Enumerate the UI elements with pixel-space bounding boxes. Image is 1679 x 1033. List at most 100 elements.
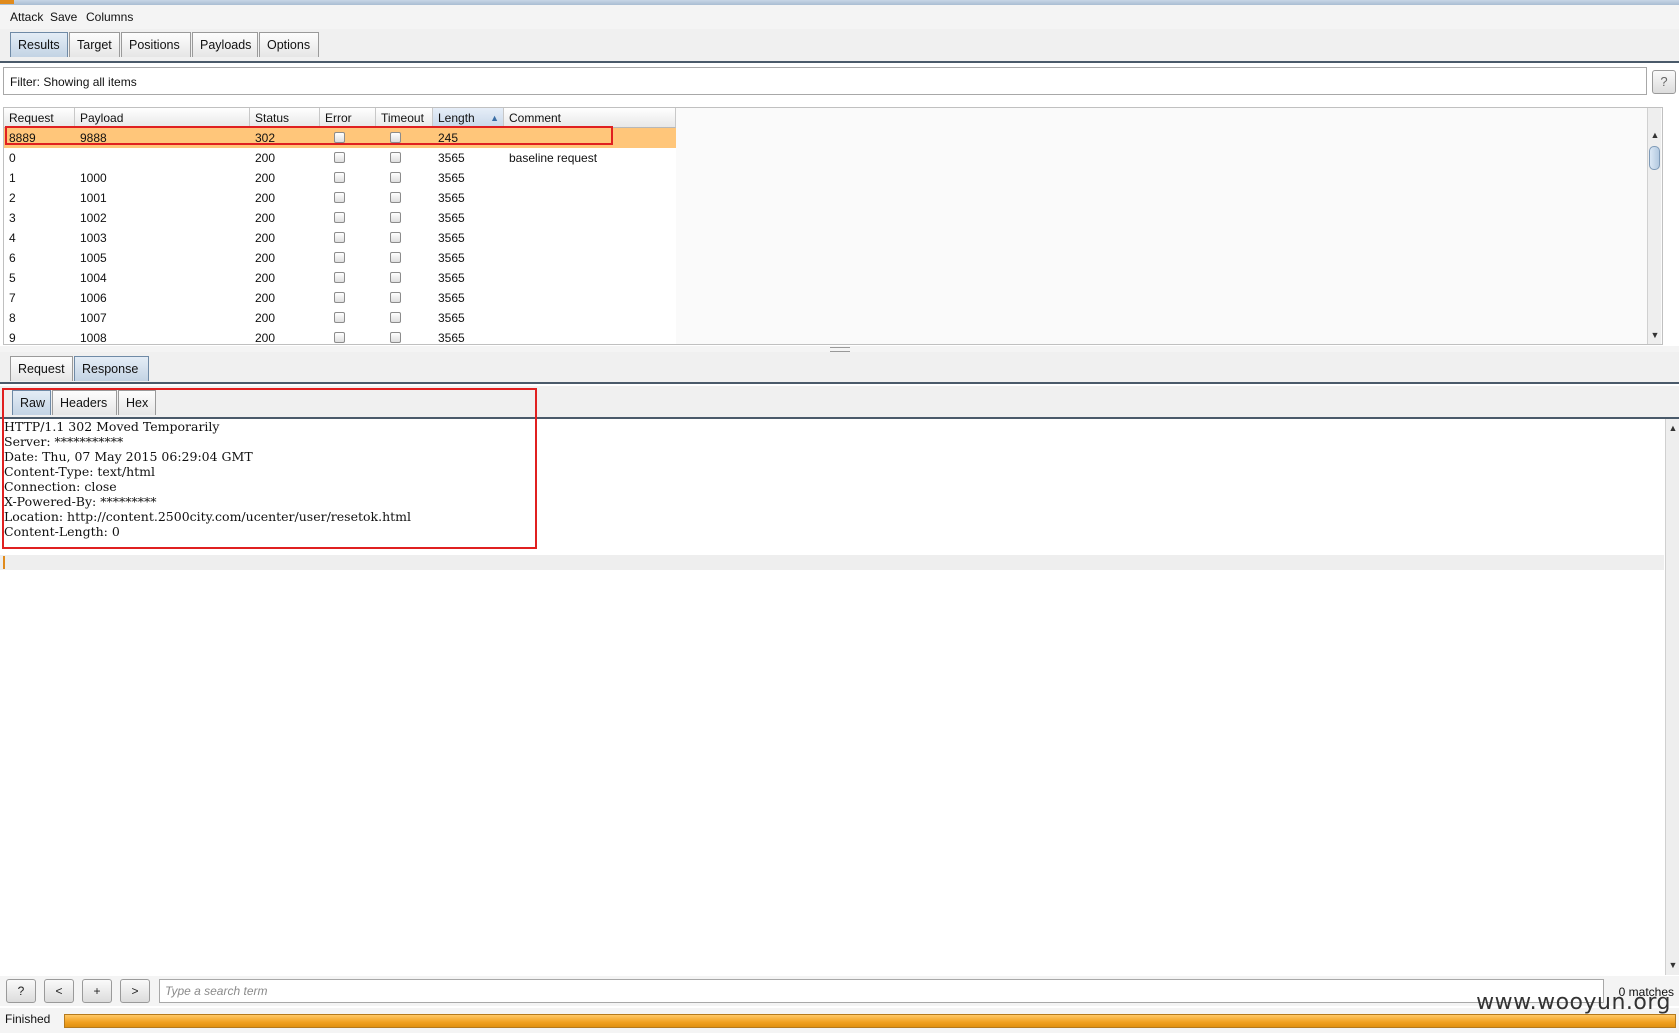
error-checkbox (334, 332, 345, 343)
cell-status: 200 (255, 151, 276, 165)
cell-length: 245 (438, 131, 459, 145)
filter-help-button[interactable]: ? (1652, 70, 1676, 94)
cell-status: 200 (255, 231, 276, 245)
search-previous-button[interactable]: < (44, 979, 74, 1003)
table-row[interactable]: 5 1004 200 3565 (4, 268, 676, 288)
response-line: Server: *********** (4, 434, 124, 449)
current-line-highlight (0, 555, 1664, 570)
filter-label: Filter: Showing all items (10, 75, 137, 89)
cell-payload: 1001 (80, 191, 107, 205)
cell-length: 3565 (438, 331, 465, 345)
response-line: Content-Length: 0 (4, 524, 120, 539)
tab-results[interactable]: Results (10, 32, 68, 57)
column-header-error[interactable]: Error (320, 108, 376, 128)
table-row[interactable]: 8889 9888 302 245 (4, 128, 676, 148)
column-header-request[interactable]: Request (4, 108, 75, 128)
tab-hex[interactable]: Hex (118, 390, 156, 415)
response-editor[interactable]: HTTP/1.1 302 Moved Temporarily Server: *… (0, 419, 1664, 975)
timeout-checkbox (390, 272, 401, 283)
cell-payload: 1005 (80, 251, 107, 265)
error-checkbox (334, 272, 345, 283)
menu-attack[interactable]: Attack (10, 10, 43, 24)
search-options-button[interactable]: + (82, 979, 112, 1003)
progress-fill (65, 1015, 1675, 1027)
table-row[interactable]: 2 1001 200 3565 (4, 188, 676, 208)
cell-payload: 1006 (80, 291, 107, 305)
response-line: Connection: close (4, 479, 117, 494)
tab-response[interactable]: Response (74, 356, 149, 381)
menu-bar: Attack Save Columns (0, 5, 1679, 29)
cell-payload: 9888 (80, 131, 107, 145)
search-help-button[interactable]: ? (6, 979, 36, 1003)
cell-request: 8889 (9, 131, 36, 145)
results-table-panel: Request Payload Status Error Timeout Len… (3, 107, 1663, 345)
cell-status: 200 (255, 291, 276, 305)
cell-request: 2 (9, 191, 16, 205)
tab-raw[interactable]: Raw (12, 390, 51, 415)
error-checkbox (334, 232, 345, 243)
table-row[interactable]: 0 200 3565 baseline request (4, 148, 676, 168)
timeout-checkbox (390, 292, 401, 303)
error-checkbox (334, 172, 345, 183)
timeout-checkbox (390, 232, 401, 243)
filter-bar[interactable]: Filter: Showing all items (3, 67, 1647, 95)
cell-status: 200 (255, 211, 276, 225)
error-checkbox (334, 212, 345, 223)
tab-target[interactable]: Target (69, 32, 120, 57)
progress-bar (64, 1014, 1676, 1028)
timeout-checkbox (390, 152, 401, 163)
tab-payloads[interactable]: Payloads (192, 32, 258, 57)
cell-length: 3565 (438, 171, 465, 185)
cell-length: 3565 (438, 291, 465, 305)
cell-payload: 1002 (80, 211, 107, 225)
main-tab-bar: Results Target Positions Payloads Option… (0, 29, 1679, 63)
table-row[interactable]: 4 1003 200 3565 (4, 228, 676, 248)
table-row[interactable]: 3 1002 200 3565 (4, 208, 676, 228)
cell-request: 6 (9, 251, 16, 265)
cell-status: 200 (255, 311, 276, 325)
error-checkbox (334, 192, 345, 203)
cell-status: 200 (255, 331, 276, 345)
results-scrollbar[interactable]: ▲ ▼ (1647, 108, 1661, 344)
cell-request: 3 (9, 211, 16, 225)
column-header-timeout[interactable]: Timeout (376, 108, 433, 128)
scroll-up-icon[interactable]: ▲ (1666, 421, 1679, 435)
response-line: X-Powered-By: ********* (4, 494, 157, 509)
cell-request: 5 (9, 271, 16, 285)
table-row[interactable]: 1 1000 200 3565 (4, 168, 676, 188)
search-next-button[interactable]: > (120, 979, 150, 1003)
menu-save[interactable]: Save (50, 10, 77, 24)
scroll-down-icon[interactable]: ▼ (1648, 328, 1662, 342)
column-header-length[interactable]: Length ▲ (433, 108, 504, 128)
timeout-checkbox (390, 172, 401, 183)
column-header-status[interactable]: Status (250, 108, 320, 128)
column-header-length-label: Length (438, 111, 475, 125)
editor-scrollbar[interactable]: ▲ ▼ (1665, 419, 1679, 975)
cell-length: 3565 (438, 151, 465, 165)
column-header-payload[interactable]: Payload (75, 108, 250, 128)
tab-request[interactable]: Request (10, 356, 73, 381)
scroll-up-icon[interactable]: ▲ (1648, 128, 1662, 142)
error-checkbox (334, 132, 345, 143)
cell-status: 200 (255, 251, 276, 265)
scroll-down-icon[interactable]: ▼ (1666, 958, 1679, 972)
tab-headers[interactable]: Headers (52, 390, 117, 415)
cell-payload: 1000 (80, 171, 107, 185)
cell-request: 9 (9, 331, 16, 345)
search-input[interactable] (159, 979, 1604, 1003)
table-row[interactable]: 7 1006 200 3565 (4, 288, 676, 308)
table-row[interactable]: 8 1007 200 3565 (4, 308, 676, 328)
table-row[interactable]: 6 1005 200 3565 (4, 248, 676, 268)
cell-length: 3565 (438, 231, 465, 245)
tab-options[interactable]: Options (259, 32, 319, 57)
table-row[interactable]: 9 1008 200 3565 (4, 328, 676, 345)
column-header-comment[interactable]: Comment (504, 108, 676, 128)
tab-positions[interactable]: Positions (121, 32, 191, 57)
scroll-thumb[interactable] (1649, 146, 1660, 170)
timeout-checkbox (390, 192, 401, 203)
cell-comment: baseline request (509, 151, 598, 165)
cell-length: 3565 (438, 311, 465, 325)
menu-columns[interactable]: Columns (86, 10, 133, 24)
timeout-checkbox (390, 252, 401, 263)
timeout-checkbox (390, 332, 401, 343)
